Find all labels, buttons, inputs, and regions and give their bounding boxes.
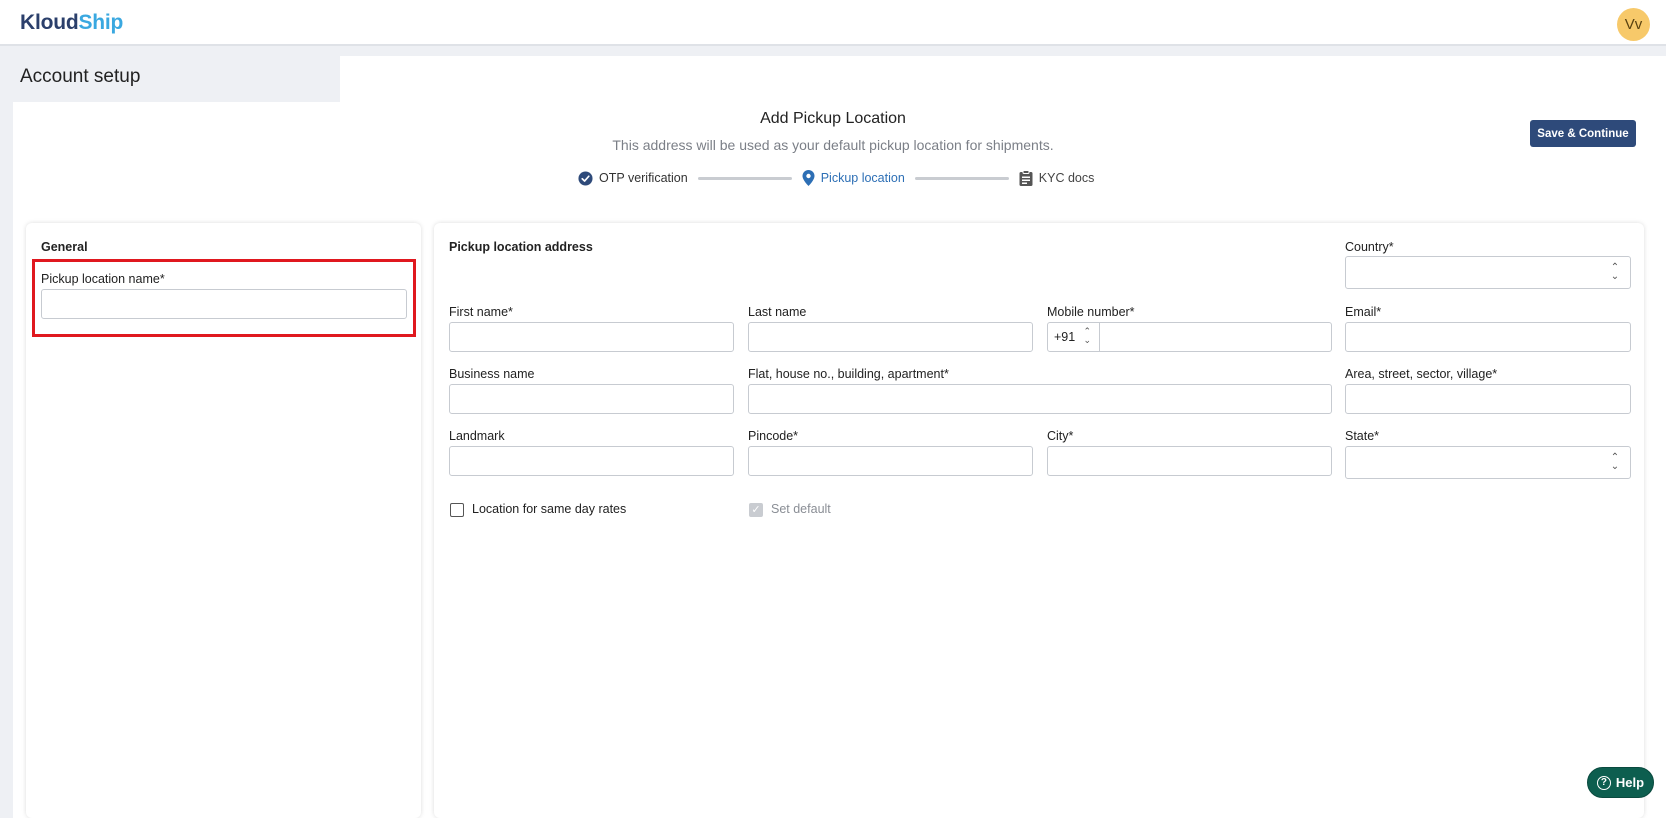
stepper: OTP verification Pickup location KYC doc… (578, 168, 1094, 188)
chevron-up-down-icon: ⌃ ⌄ (1610, 452, 1620, 472)
question-icon: ? (1596, 775, 1611, 790)
first-name-input[interactable] (449, 322, 734, 352)
location-pin-icon (802, 170, 815, 186)
check-circle-icon (578, 170, 593, 186)
flat-label: Flat, house no., building, apartment* (748, 367, 949, 381)
address-card (434, 223, 1644, 818)
area-input[interactable] (1345, 384, 1631, 414)
section-heading: Add Pickup Location (760, 110, 906, 127)
clipboard-icon (1019, 170, 1033, 186)
step-label: Pickup location (820, 171, 905, 185)
address-card-title: Pickup location address (449, 240, 593, 254)
step-connector (697, 176, 792, 180)
email-label: Email* (1345, 305, 1382, 319)
section-subheading: This address will be used as your defaul… (612, 137, 1054, 153)
mobile-number-input[interactable]: +91 ⌃ ⌄ (1047, 322, 1332, 352)
step-kyc-docs: KYC docs (1019, 170, 1095, 186)
landmark-label: Landmark (449, 429, 505, 443)
main-top-strip (340, 56, 1666, 102)
country-code-select[interactable]: +91 ⌃ ⌄ (1048, 323, 1100, 351)
city-input[interactable] (1047, 446, 1332, 476)
general-card-title: General (41, 240, 88, 254)
email-input[interactable] (1345, 322, 1631, 352)
city-label: City* (1047, 429, 1074, 443)
step-label: OTP verification (599, 171, 688, 185)
state-label: State* (1345, 429, 1380, 443)
first-name-label: First name* (449, 305, 513, 319)
logo-text-ship: Ship (78, 11, 124, 34)
country-label: Country* (1345, 240, 1394, 254)
page-title: Account setup (20, 66, 141, 87)
last-name-label: Last name (748, 305, 807, 319)
last-name-input[interactable] (748, 322, 1033, 352)
top-bar: KloudShip Vv (0, 0, 1666, 46)
help-label: Help (1615, 775, 1645, 790)
pincode-input[interactable] (748, 446, 1033, 476)
avatar[interactable]: Vv (1617, 8, 1650, 41)
set-default-checkbox[interactable]: ✓ (749, 503, 763, 517)
landmark-input[interactable] (449, 446, 734, 476)
pincode-label: Pincode* (748, 429, 799, 443)
logo[interactable]: KloudShip (20, 11, 123, 35)
chevron-up-down-icon: ⌃ ⌄ (1083, 326, 1091, 345)
step-otp-verification: OTP verification (578, 170, 688, 186)
logo-text-kloud: Kloud (20, 11, 79, 34)
area-label: Area, street, sector, village* (1345, 367, 1498, 381)
help-button[interactable]: ? Help (1587, 767, 1654, 798)
set-default-label: Set default (771, 502, 831, 516)
mobile-number-label: Mobile number* (1047, 305, 1135, 319)
step-connector (914, 176, 1009, 180)
chevron-up-down-icon: ⌃ ⌄ (1610, 262, 1620, 282)
step-label: KYC docs (1038, 171, 1095, 185)
state-select[interactable]: ⌃ ⌄ (1345, 446, 1631, 479)
country-code-value: +91 (1054, 330, 1076, 344)
step-pickup-location: Pickup location (802, 170, 905, 186)
business-name-label: Business name (449, 367, 535, 381)
same-day-rates-checkbox[interactable] (450, 503, 464, 517)
save-continue-button[interactable]: Save & Continue (1530, 120, 1636, 147)
business-name-input[interactable] (449, 384, 734, 414)
highlight-box (32, 259, 416, 337)
country-select[interactable]: ⌃ ⌄ (1345, 256, 1631, 289)
same-day-rates-label: Location for same day rates (472, 502, 627, 516)
flat-input[interactable] (748, 384, 1332, 414)
